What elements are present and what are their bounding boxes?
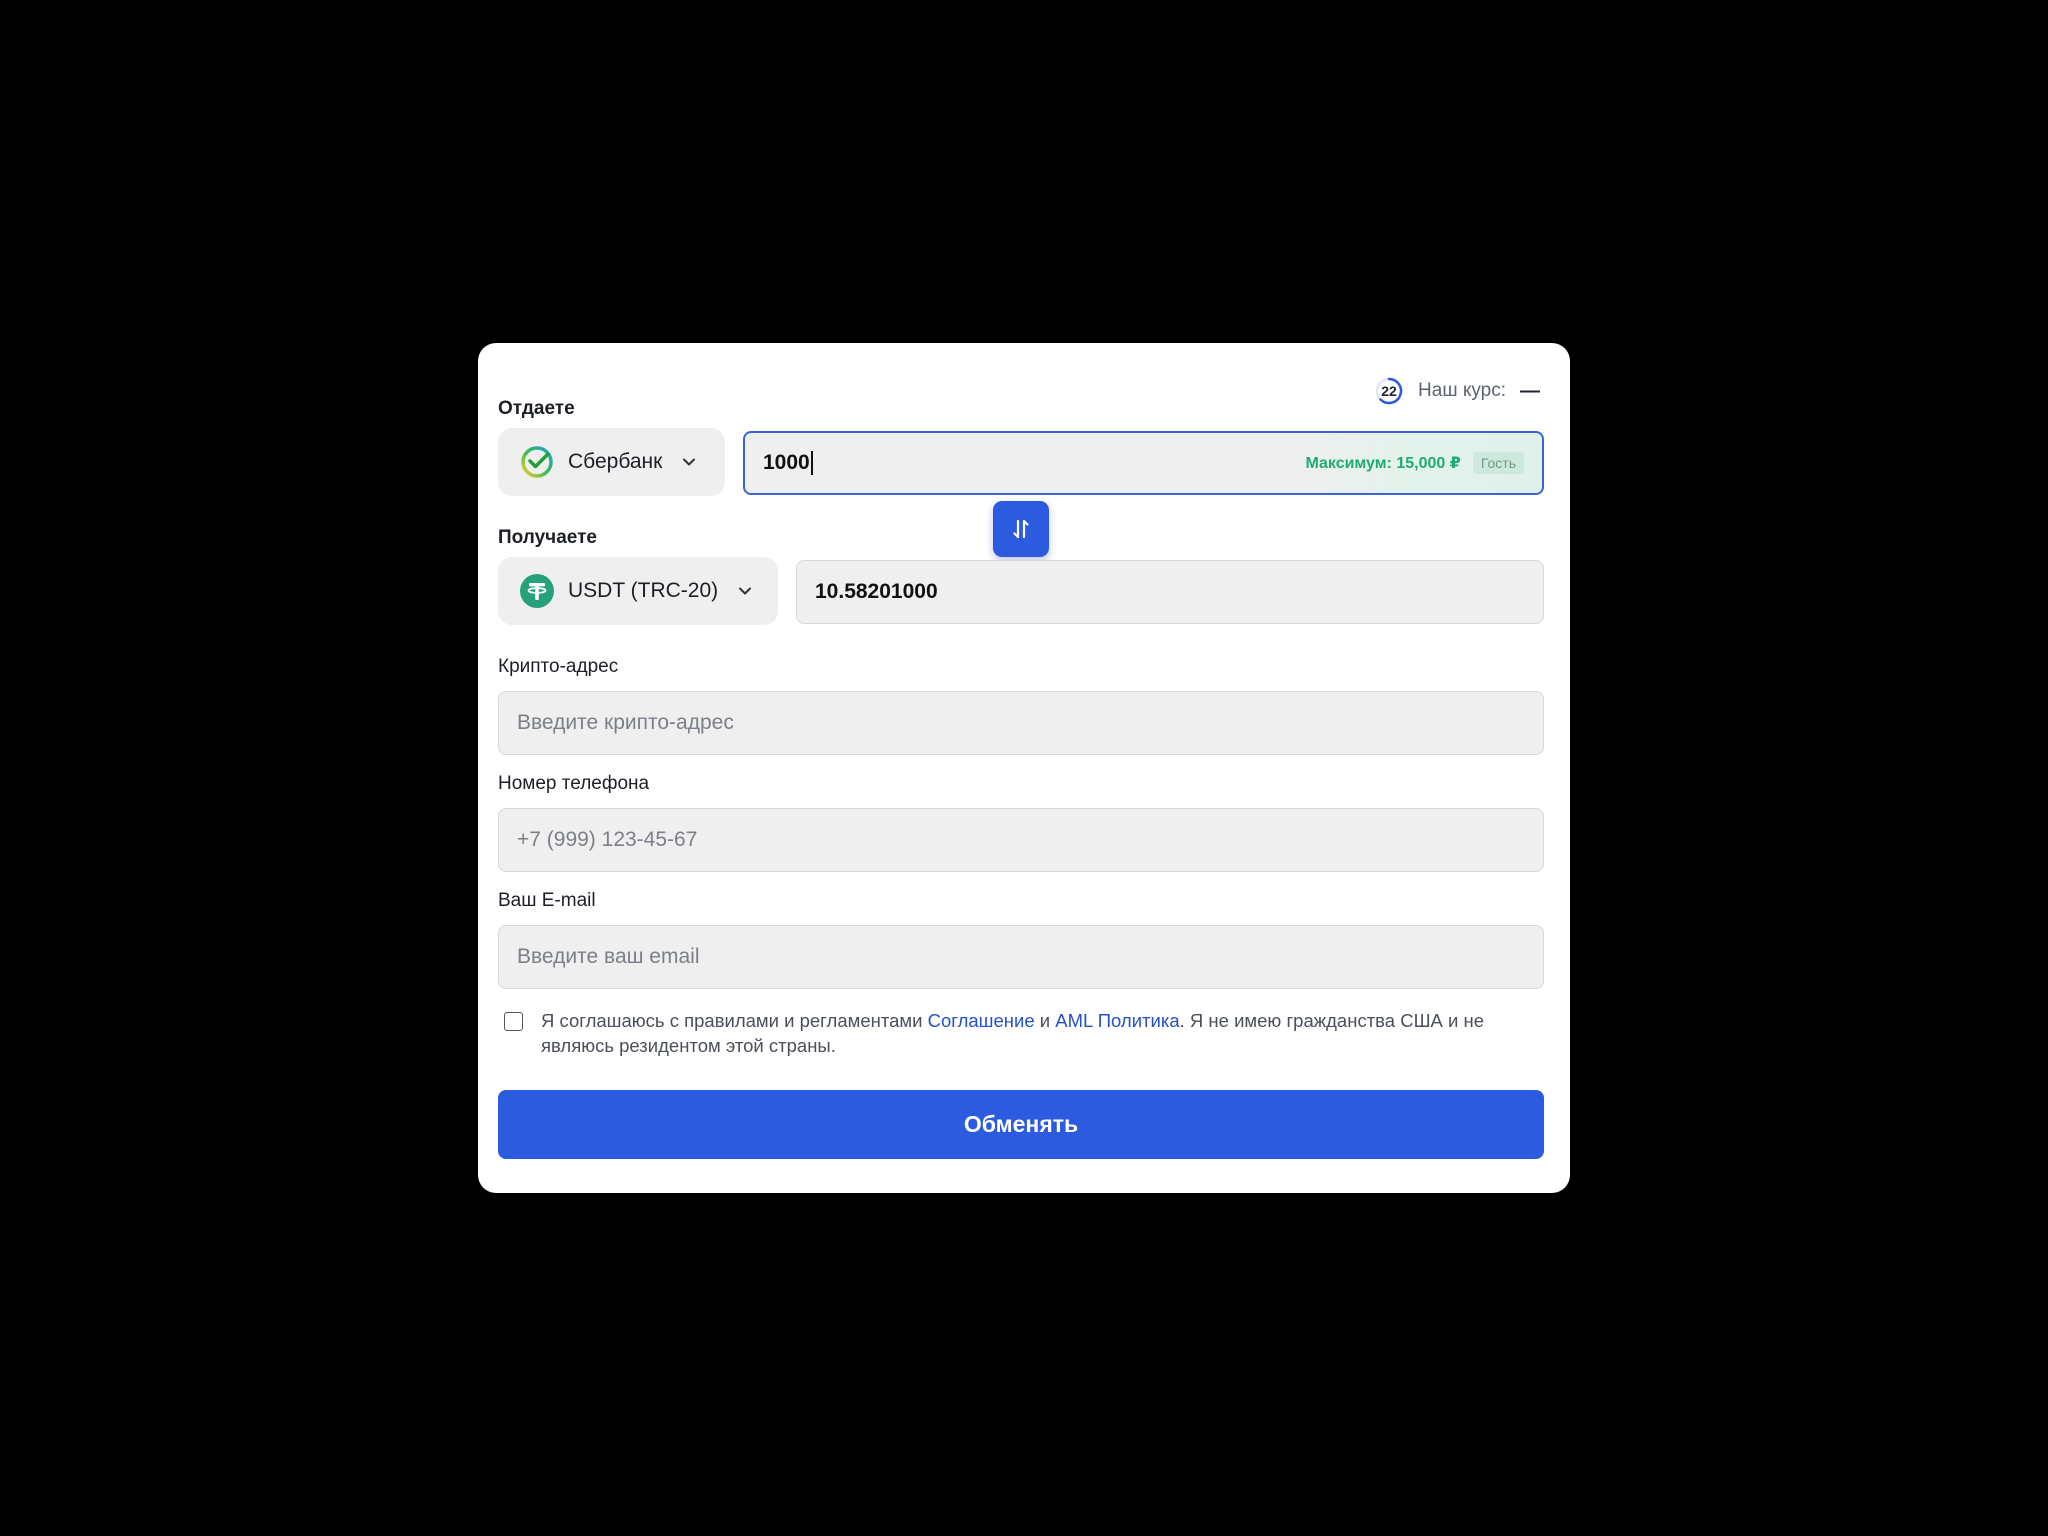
guest-badge: Гость: [1472, 452, 1524, 474]
max-limit-info: Максимум: 15,000 ₽ Гость: [1305, 452, 1524, 474]
phone-input[interactable]: +7 (999) 123-45-67: [498, 808, 1544, 872]
rate-value: —: [1520, 379, 1540, 402]
agreement-checkbox[interactable]: [504, 1012, 523, 1031]
chevron-down-icon: [682, 457, 696, 467]
receive-currency-name: USDT (TRC-20): [568, 579, 719, 602]
receive-label: Получаете: [498, 527, 597, 548]
email-label: Ваш E-mail: [498, 890, 596, 911]
receive-amount-value: 10.58201000: [815, 580, 938, 603]
aml-policy-link[interactable]: AML Политика: [1055, 1010, 1179, 1031]
swap-arrows-icon: [1013, 519, 1029, 539]
give-label: Отдаете: [498, 398, 575, 419]
refresh-timer: 22: [1374, 376, 1404, 406]
rate-info: 22 Наш курс: —: [1374, 373, 1540, 409]
swap-direction-button[interactable]: [993, 501, 1049, 557]
receive-currency-selector[interactable]: USDT (TRC-20): [498, 557, 778, 625]
agreement-row: Я соглашаюсь с правилами и регламентами …: [498, 1008, 1548, 1058]
phone-label: Номер телефона: [498, 773, 650, 794]
give-amount-value: 1000: [763, 451, 810, 474]
text-caret: [810, 451, 813, 475]
rate-label: Наш курс:: [1418, 380, 1506, 401]
give-currency-selector[interactable]: Сбербанк: [498, 428, 725, 496]
exchange-form-card: 22 Наш курс: — Отдаете Сбербанк 1000 Мак…: [478, 343, 1570, 1193]
agreement-text: Я соглашаюсь с правилами и регламентами …: [541, 1008, 1548, 1058]
crypto-address-placeholder: Введите крипто-адрес: [517, 711, 734, 734]
sberbank-logo-icon: [520, 445, 554, 479]
timer-value: 22: [1381, 383, 1397, 399]
email-input[interactable]: Введите ваш email: [498, 925, 1544, 989]
chevron-down-icon: [738, 586, 752, 596]
crypto-address-input[interactable]: Введите крипто-адрес: [498, 691, 1544, 755]
agreement-text-before: Я соглашаюсь с правилами и регламентами: [541, 1010, 928, 1031]
give-currency-name: Сбербанк: [568, 450, 663, 473]
tether-logo-icon: [520, 574, 554, 608]
max-limit-text: Максимум: 15,000 ₽: [1305, 455, 1461, 472]
give-amount-input[interactable]: 1000 Максимум: 15,000 ₽ Гость: [743, 431, 1544, 495]
receive-amount-input[interactable]: 10.58201000: [796, 560, 1544, 624]
agreement-link[interactable]: Соглашение: [928, 1010, 1035, 1031]
phone-placeholder: +7 (999) 123-45-67: [517, 828, 698, 851]
exchange-submit-button[interactable]: Обменять: [498, 1090, 1544, 1159]
agreement-text-mid: и: [1034, 1010, 1056, 1031]
crypto-address-label: Крипто-адрес: [498, 656, 619, 677]
email-placeholder: Введите ваш email: [517, 945, 700, 968]
